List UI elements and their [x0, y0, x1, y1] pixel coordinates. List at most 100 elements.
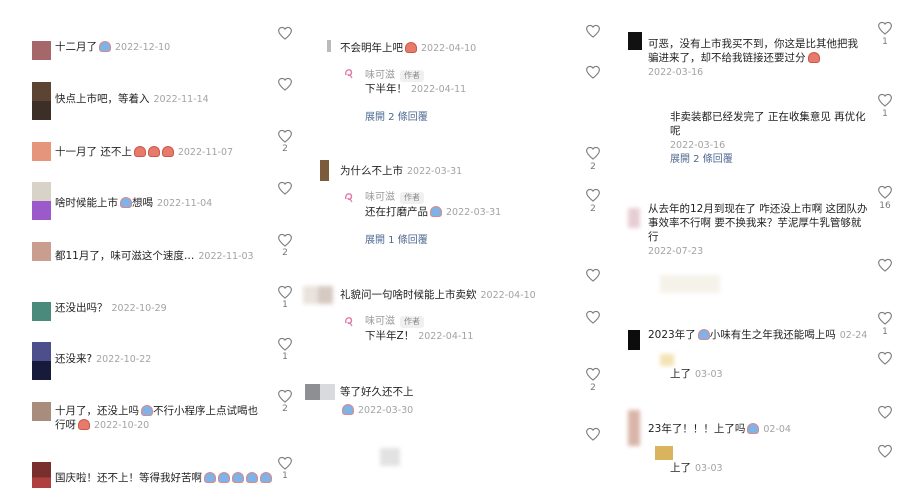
comment-date: 02-04 — [763, 424, 791, 435]
heart-icon[interactable] — [277, 337, 293, 351]
like-count: 2 — [590, 204, 596, 214]
like-count: 2 — [590, 162, 596, 172]
avatar[interactable] — [320, 160, 329, 181]
heart-icon[interactable] — [585, 24, 601, 38]
avatar[interactable] — [32, 462, 51, 488]
emoji-icon — [147, 146, 160, 157]
comment-text: 还没出吗？ 2022-10-29 — [55, 302, 167, 314]
comment-text-line2: 2022-03-30 — [340, 403, 413, 418]
heart-icon[interactable] — [277, 285, 293, 299]
like-count: 2 — [282, 248, 288, 258]
heart-icon[interactable] — [877, 185, 893, 199]
heart-icon[interactable] — [585, 188, 601, 202]
comment-panel-2: 不会明年上吧 2022-04-10 味可滋 作者 下半年！ 2022-04-11 展開… — [300, 0, 608, 496]
comment-date: 2022-03-30 — [358, 405, 414, 416]
reply-text: 下半年！ 2022-04-11 — [365, 83, 467, 95]
author-badge: 作者 — [400, 192, 424, 204]
emoji-icon — [747, 423, 760, 434]
heart-icon[interactable] — [877, 258, 893, 272]
brand-avatar-icon[interactable] — [342, 314, 356, 328]
heart-icon[interactable] — [585, 427, 601, 441]
expand-replies-link[interactable]: 展開 2 條回覆 — [365, 108, 428, 123]
heart-icon[interactable] — [277, 181, 293, 195]
avatar[interactable] — [32, 302, 51, 321]
brand-avatar-icon[interactable] — [342, 66, 356, 80]
comment-text: 为什么不上市 2022-03-31 — [340, 165, 463, 177]
comment-date: 2022-11-04 — [157, 198, 213, 209]
heart-icon[interactable] — [877, 311, 893, 325]
avatar[interactable] — [327, 40, 331, 52]
avatar[interactable] — [32, 41, 51, 60]
like-count: 16 — [879, 201, 891, 211]
avatar[interactable] — [32, 402, 51, 421]
comment-date: 2022-11-14 — [153, 94, 209, 105]
heart-icon[interactable] — [585, 310, 601, 324]
expand-replies-link[interactable]: 展開 1 條回覆 — [365, 231, 428, 246]
comment-text: 礼貌问一句啥时候能上市卖欸 2022-04-10 — [340, 289, 536, 301]
heart-icon[interactable] — [877, 21, 893, 35]
author-badge: 作者 — [400, 70, 424, 82]
emoji-icon — [232, 472, 244, 483]
emoji-icon — [260, 472, 272, 483]
avatar[interactable] — [628, 330, 640, 350]
heart-icon[interactable] — [277, 233, 293, 247]
heart-icon[interactable] — [585, 65, 601, 79]
comment-date: 2022-10-20 — [94, 420, 150, 431]
heart-icon[interactable] — [877, 444, 893, 458]
like-count: 1 — [282, 471, 288, 481]
comment-date: 2022-07-23 — [648, 246, 704, 257]
avatar[interactable] — [303, 286, 333, 304]
comment-date: 2022-03-16 — [648, 67, 704, 78]
avatar[interactable] — [655, 446, 673, 460]
heart-icon[interactable] — [277, 129, 293, 143]
avatar[interactable] — [660, 354, 674, 366]
expand-replies-link[interactable]: 展開 2 條回覆 — [670, 150, 733, 165]
like-count: 1 — [282, 300, 288, 310]
comment-text: 啥时候能上市 想喝 2022-11-04 — [55, 197, 213, 209]
heart-icon[interactable] — [877, 93, 893, 107]
brand-avatar-icon[interactable] — [342, 190, 356, 204]
comment-date: 2022-11-07 — [177, 147, 234, 158]
heart-icon[interactable] — [585, 367, 601, 381]
avatar[interactable] — [32, 142, 51, 161]
heart-icon[interactable] — [277, 389, 293, 403]
avatar[interactable] — [32, 342, 51, 380]
comment-text: 十月了，还没上吗 不行小程序上点试喝也行呀 2022-10-20 — [55, 405, 258, 431]
comment-text: 2023年了 小味有生之年我还能喝上吗 02-24 — [648, 329, 868, 341]
avatar[interactable] — [32, 182, 51, 220]
emoji-icon — [204, 472, 216, 483]
emoji-icon — [141, 405, 153, 416]
avatar[interactable] — [32, 82, 51, 120]
avatar[interactable] — [628, 208, 640, 228]
emoji-icon — [405, 42, 417, 53]
author-badge: 作者 — [400, 316, 424, 328]
avatar[interactable] — [628, 32, 642, 50]
emoji-icon — [218, 472, 230, 483]
like-count: 1 — [882, 37, 888, 47]
avatar[interactable] — [628, 410, 640, 446]
emoji-icon — [133, 146, 146, 157]
heart-icon[interactable] — [877, 405, 893, 419]
reply-author[interactable]: 味可滋 作者 — [365, 188, 424, 204]
reply-date: 2022-03-31 — [446, 207, 502, 218]
reply-author[interactable]: 味可滋 作者 — [365, 312, 424, 328]
heart-icon[interactable] — [585, 268, 601, 282]
reply-author[interactable]: 味可滋 作者 — [365, 66, 424, 82]
like-count: 2 — [282, 144, 288, 154]
comment-text: 快点上市吧，等着入 2022-11-14 — [55, 93, 209, 105]
heart-icon[interactable] — [277, 26, 293, 40]
comment-text: 23年了！！！上了吗 02-04 — [648, 423, 791, 435]
comment-text: 从去年的12月到现在了 咋还没上市啊 这团队办事效率不行啊 要不换我来？芋泥厚牛… — [648, 203, 868, 257]
reply-date: 2022-04-11 — [411, 84, 467, 95]
comment-panel-3: 可恶，没有上市我买不到，你这是比其他把我骗进来了，却不给我链接还要过分 2022-… — [608, 0, 900, 496]
reply-date: 03-03 — [695, 369, 723, 380]
like-count: 1 — [282, 352, 288, 362]
heart-icon[interactable] — [277, 456, 293, 470]
like-count: 2 — [282, 404, 288, 414]
emoji-icon — [99, 41, 111, 52]
heart-icon[interactable] — [277, 77, 293, 91]
heart-icon[interactable] — [877, 351, 893, 365]
avatar[interactable] — [305, 384, 335, 400]
heart-icon[interactable] — [585, 146, 601, 160]
avatar[interactable] — [32, 242, 51, 261]
